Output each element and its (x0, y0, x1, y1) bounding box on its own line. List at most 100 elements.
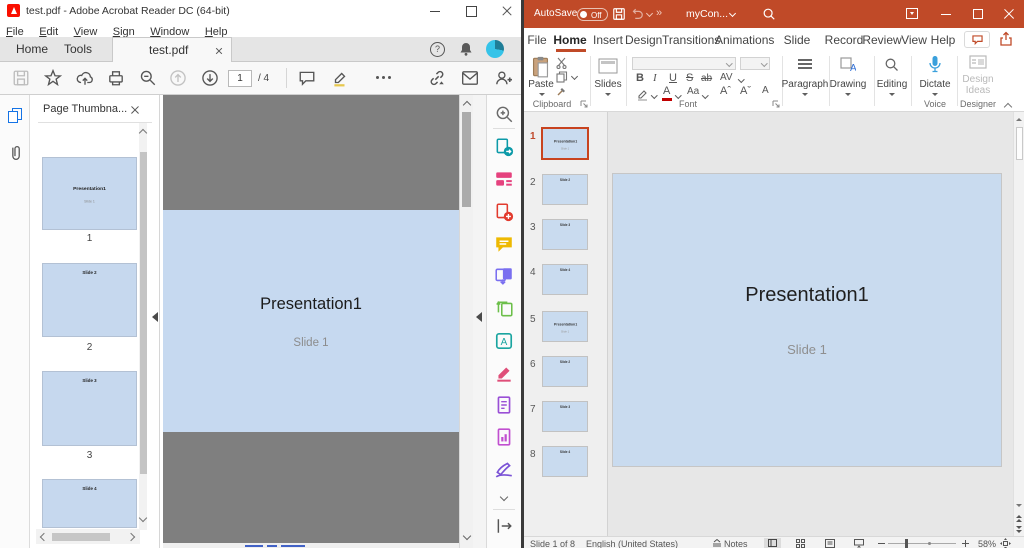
editing-button[interactable]: Editing (874, 79, 910, 90)
design-ideas-label-1[interactable]: Design (962, 74, 994, 85)
ppt-tab-slideshow[interactable]: Slide Show (770, 28, 824, 52)
export-pdf-icon[interactable] (494, 137, 514, 157)
drawing-button[interactable]: Drawing (826, 79, 870, 90)
ppt-thumbnail-8[interactable]: Slide 4 (542, 446, 588, 477)
protect-pdf-icon[interactable] (494, 395, 514, 415)
help-icon[interactable]: ? (430, 42, 445, 57)
paragraph-dropdown-icon[interactable] (802, 93, 808, 96)
ppt-slide-subtitle[interactable]: Slide 1 (613, 342, 1001, 357)
thumbnails-scrollbar[interactable] (139, 123, 147, 530)
reading-view-button[interactable] (825, 539, 835, 548)
font-color-dropdown-icon[interactable] (675, 92, 681, 98)
pdf-thumbnail-4[interactable]: Slide 4 (42, 479, 137, 528)
print-icon[interactable] (107, 69, 125, 87)
slide-counter[interactable]: Slide 1 of 8 (530, 539, 575, 548)
change-case-button[interactable]: Aa (687, 86, 699, 97)
highlighter-icon[interactable] (331, 69, 349, 87)
scroll-down-icon[interactable] (1016, 504, 1022, 507)
grow-font-button[interactable]: Aˆ (720, 85, 731, 97)
fill-sign-icon[interactable] (494, 459, 514, 479)
drawing-dropdown-icon[interactable] (845, 93, 851, 96)
char-spacing-button[interactable]: AV (720, 72, 733, 83)
create-pdf-icon[interactable] (494, 202, 514, 222)
dictate-button[interactable]: Dictate (916, 79, 954, 90)
pdf-thumbnail-3[interactable]: Slide 3 (42, 371, 137, 446)
copy-icon[interactable] (556, 71, 568, 83)
ppt-tab-animations[interactable]: Animations (715, 28, 769, 52)
zoom-out-button[interactable] (878, 543, 885, 544)
new-slide-icon[interactable] (598, 58, 618, 74)
highlight-dropdown-icon[interactable] (651, 92, 657, 98)
ppt-tab-file[interactable]: File (525, 28, 549, 52)
slides-dropdown-icon[interactable] (605, 93, 611, 96)
font-name-select[interactable] (632, 57, 736, 70)
change-case-dropdown-icon[interactable] (702, 92, 708, 98)
comment-tool-icon[interactable] (494, 234, 514, 254)
edit-pdf-icon[interactable] (494, 169, 514, 189)
comments-button[interactable] (964, 31, 990, 48)
share-button[interactable] (998, 31, 1016, 48)
design-ideas-label-2[interactable]: Ideas (962, 85, 994, 96)
format-painter-icon[interactable] (556, 85, 568, 97)
font-size-select[interactable] (740, 57, 770, 70)
text-highlight-icon[interactable] (636, 88, 649, 101)
ppt-tab-record[interactable]: Record (824, 28, 864, 52)
bold-button[interactable]: B (636, 72, 644, 84)
organize-pages-icon[interactable] (494, 299, 514, 319)
ppt-tab-view[interactable]: View (900, 28, 928, 52)
scan-ocr-icon[interactable] (494, 427, 514, 447)
comment-icon[interactable] (298, 69, 316, 87)
char-spacing-dropdown-icon[interactable] (738, 76, 744, 82)
combine-files-icon[interactable] (494, 266, 514, 286)
ppt-tab-review[interactable]: Review (862, 28, 902, 52)
slides-button[interactable]: Slides (586, 79, 630, 90)
page-thumbnails-panel-icon[interactable] (8, 108, 22, 122)
redact-icon[interactable] (494, 363, 514, 383)
ppt-thumbnail-2[interactable]: Slide 2 (542, 174, 588, 205)
paste-icon[interactable] (531, 56, 550, 78)
more-tools-chevron-icon[interactable] (500, 493, 508, 501)
ppt-tab-insert[interactable]: Insert (592, 28, 624, 52)
next-slide-icon[interactable] (1016, 526, 1022, 529)
page-number-input[interactable]: 1 (228, 70, 252, 87)
strikethrough-button[interactable]: S (686, 72, 693, 84)
ppt-thumbnail-3[interactable]: Slide 3 (542, 219, 588, 250)
expand-tools-pane-icon[interactable] (495, 517, 513, 535)
email-icon[interactable] (461, 70, 479, 86)
cut-icon[interactable] (556, 57, 568, 69)
italic-button[interactable]: I (653, 72, 657, 84)
save-icon[interactable] (12, 69, 30, 87)
favorites-star-icon[interactable] (44, 69, 62, 87)
pdf-scrollbar-thumb[interactable] (462, 112, 471, 207)
account-avatar[interactable] (486, 40, 504, 58)
ppt-tab-help[interactable]: Help (929, 28, 957, 52)
ppt-thumbnail-1[interactable]: Presentation1 Slide 1 (541, 127, 589, 160)
font-dialog-launcher-icon[interactable] (772, 100, 780, 108)
thumbnails-hscrollbar-thumb[interactable] (52, 533, 110, 541)
notes-button[interactable]: Notes (724, 539, 748, 548)
paste-dropdown-icon[interactable] (539, 93, 545, 96)
tab-home[interactable]: Home (16, 42, 48, 56)
attachments-paperclip-icon[interactable] (8, 145, 23, 162)
shrink-font-button[interactable]: Aˇ (740, 85, 751, 97)
tab-close-icon[interactable] (215, 47, 223, 55)
ppt-slide[interactable]: Presentation1 Slide 1 (612, 173, 1002, 467)
collapse-right-pane-icon[interactable] (476, 312, 482, 322)
paragraph-button[interactable]: Paragraph (780, 79, 830, 90)
thumbnails-scrollbar-thumb[interactable] (140, 152, 147, 474)
font-color-button[interactable]: A (663, 85, 670, 97)
pdf-scrollbar[interactable] (459, 95, 473, 548)
copy-dropdown-icon[interactable] (571, 73, 578, 80)
clear-formatting-button[interactable]: A (762, 85, 769, 96)
tab-tools[interactable]: Tools (64, 42, 92, 56)
collapse-ribbon-icon[interactable] (1004, 103, 1012, 111)
ppt-scrollbar-thumb[interactable] (1016, 127, 1023, 160)
ppt-tab-transitions[interactable]: Transitions (662, 28, 714, 52)
char-strike-icon[interactable]: ab (701, 73, 712, 84)
acrobat-maximize-button[interactable] (456, 0, 486, 22)
next-page-icon[interactable] (201, 69, 219, 87)
zoom-slider-thumb[interactable] (905, 539, 908, 548)
notifications-bell-icon[interactable] (458, 41, 474, 57)
zoom-slider-track[interactable] (888, 543, 956, 544)
ppt-scrollbar[interactable] (1013, 112, 1024, 536)
